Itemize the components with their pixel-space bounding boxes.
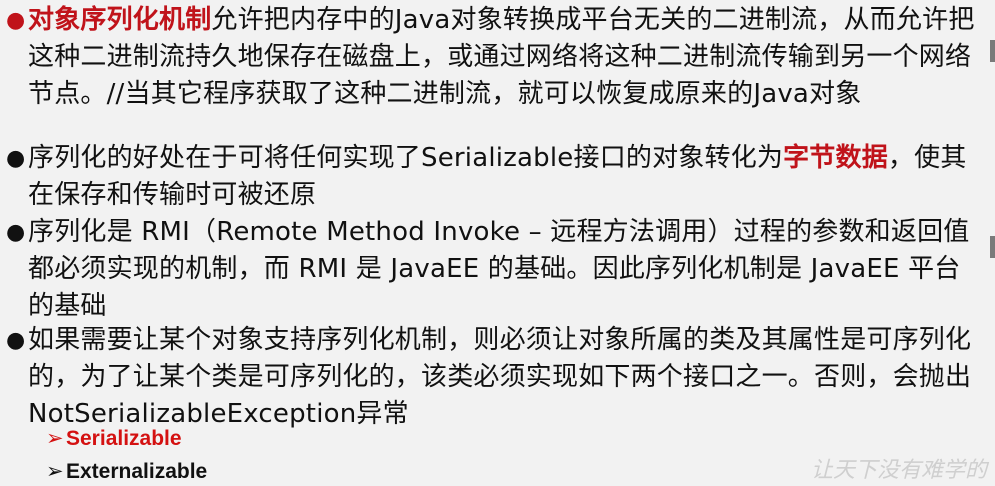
highlight-term: 对象序列化机制 [28,5,212,35]
edge-mark [990,236,995,258]
bullet-text: 如果需要让某个对象支持序列化机制，则必须让对象所属的类及其属性是可序列化的，为了… [28,325,972,429]
bullet-text: 序列化的好处在于可将任何实现了Serializable接口的对象转化为字节数据，… [28,140,986,214]
bullet-serialization-mechanism: ● 对象序列化机制允许把内存中的Java对象转换成平台无关的二进制流，从而允许把… [6,2,986,113]
watermark-text: 让天下没有难学的 [810,458,987,483]
edge-mark [990,40,995,62]
interface-label: Externalizable [66,460,208,483]
interface-item-serializable: ➢ Serializable [46,426,182,452]
bullet-dot-icon: ● [6,146,26,171]
bullet-body-before: 序列化的好处在于可将任何实现了Serializable接口的对象转化为 [28,143,784,173]
slide: ● 对象序列化机制允许把内存中的Java对象转换成平台无关的二进制流，从而允许把… [0,0,995,486]
bullet-text: 序列化是 RMI（Remote Method Invoke – 远程方法调用）过… [28,217,970,321]
highlight-term: 字节数据 [783,143,888,173]
arrow-icon: ➢ [46,460,64,483]
interface-label: Serializable [66,427,182,450]
bullet-dot-icon: ● [6,8,26,33]
bullet-rmi: ● 序列化是 RMI（Remote Method Invoke – 远程方法调用… [6,214,986,325]
bullet-dot-icon: ● [6,328,26,353]
interface-item-externalizable: ➢ Externalizable [46,459,207,485]
arrow-icon: ➢ [46,427,64,450]
bullet-requirement: ● 如果需要让某个对象支持序列化机制，则必须让对象所属的类及其属性是可序列化的，… [6,322,986,433]
bullet-serialization-benefit: ● 序列化的好处在于可将任何实现了Serializable接口的对象转化为字节数… [6,140,986,214]
bullet-text: 对象序列化机制允许把内存中的Java对象转换成平台无关的二进制流，从而允许把这种… [28,2,986,113]
bullet-dot-icon: ● [6,220,26,245]
